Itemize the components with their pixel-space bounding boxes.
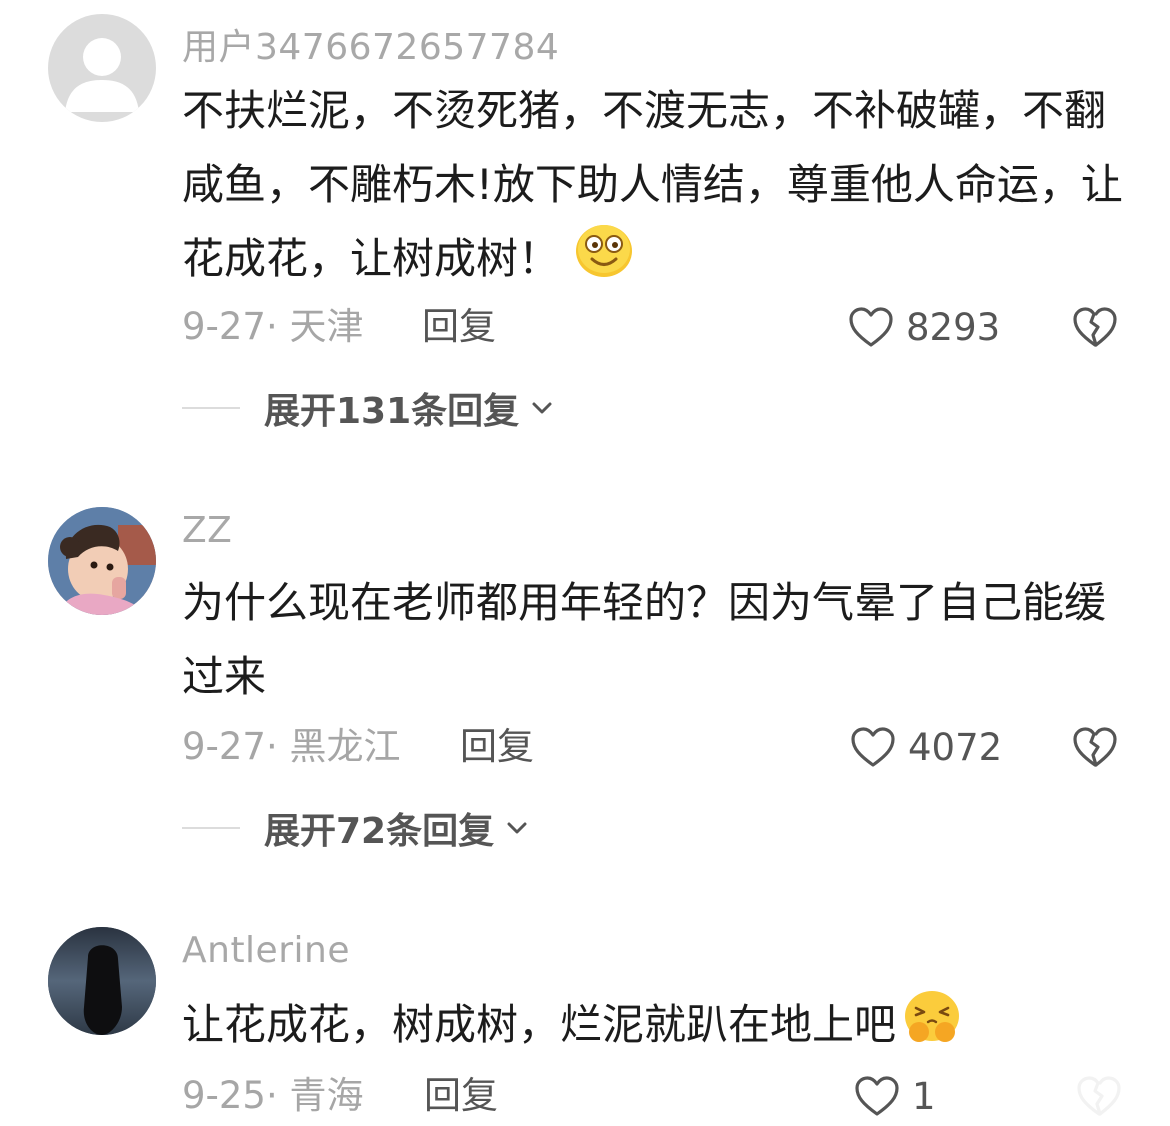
default-avatar[interactable] [48, 14, 156, 122]
comment-username[interactable]: ZZ [182, 510, 232, 551]
divider-line [182, 407, 240, 409]
heart-outline-icon [851, 727, 895, 767]
avatar-photo [48, 507, 156, 615]
expand-replies-label: 展开72条回复 [264, 811, 495, 852]
like-button[interactable]: 8293 [848, 297, 1000, 357]
like-count: 8293 [906, 305, 1001, 349]
reply-button[interactable]: 回复 [424, 1066, 498, 1126]
dislike-button[interactable] [1072, 725, 1118, 769]
heart-outline-icon [855, 1076, 899, 1116]
dislike-button[interactable] [1072, 305, 1118, 349]
chevron-down-icon [507, 822, 527, 834]
comment-text: 让花成花，树成树，烂泥就趴在地上吧 [182, 988, 1127, 1067]
comment-username[interactable]: 用户3476672657784 [182, 18, 559, 70]
expand-replies-label: 展开131条回复 [264, 391, 520, 432]
like-button[interactable]: 1 [854, 1066, 936, 1126]
comment-text-content: 为什么现在老师都用年轻的？因为气晕了自己能缓过来 [182, 578, 1107, 701]
comment-date-location: 9-27· 黑龙江 [182, 725, 401, 768]
avatar-photo [48, 927, 156, 1035]
chevron-down-icon [532, 402, 552, 414]
expand-replies-button[interactable]: 展开72条回复 [182, 798, 530, 858]
comment-date-location: 9-25· 青海 [182, 1074, 364, 1117]
divider-line [182, 827, 240, 829]
comment-meta: 9-27· 天津 回复 8293 [182, 297, 1142, 357]
broken-heart-icon [1073, 727, 1117, 767]
heart-outline-icon [849, 307, 893, 347]
like-count: 4072 [908, 725, 1003, 769]
comment-text: 不扶烂泥，不烫死猪，不渡无志，不补破罐，不翻咸鱼，不雕朽木!放下助人情结，尊重他… [182, 74, 1127, 301]
comment-text-content: 不扶烂泥，不烫死猪，不渡无志，不补破罐，不翻咸鱼，不雕朽木!放下助人情结，尊重他… [182, 86, 1123, 283]
user-silhouette-icon [65, 38, 139, 112]
user-avatar[interactable] [48, 927, 156, 1035]
comment-date-location: 9-27· 天津 [182, 305, 364, 348]
comment-text-content: 让花成花，树成树，烂泥就趴在地上吧 [182, 1000, 897, 1049]
comment-username[interactable]: Antlerine [182, 930, 350, 971]
pleading-hands-emoji-icon [902, 988, 962, 1067]
user-avatar[interactable] [48, 507, 156, 615]
broken-heart-icon [1073, 307, 1117, 347]
reply-button[interactable]: 回复 [460, 717, 534, 777]
like-button[interactable]: 4072 [850, 717, 1002, 777]
expand-replies-button[interactable]: 展开131条回复 [182, 378, 555, 438]
reply-button[interactable]: 回复 [422, 297, 496, 357]
smile-emoji-icon [574, 222, 634, 301]
comment-text: 为什么现在老师都用年轻的？因为气晕了自己能缓过来 [182, 566, 1127, 714]
comment-meta: 9-27· 黑龙江 回复 4072 [182, 717, 1142, 777]
watermark-overlay [930, 1070, 1170, 1124]
